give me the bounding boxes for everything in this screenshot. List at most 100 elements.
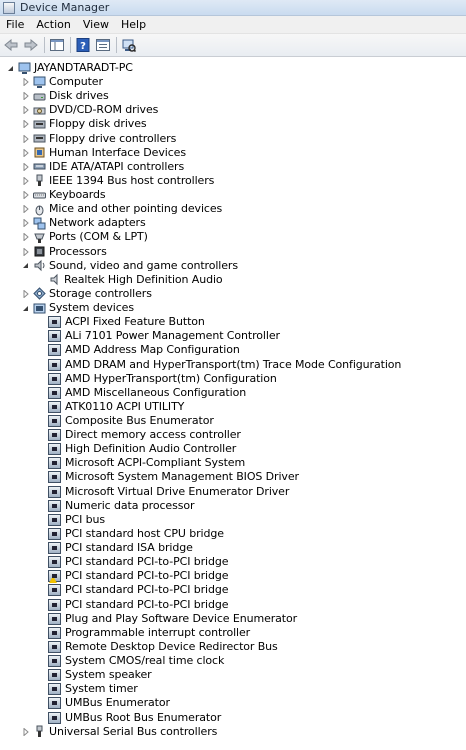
tree-category-keyboards[interactable]: Keyboards — [21, 188, 106, 202]
tree-category-system-devices[interactable]: System devices — [21, 301, 134, 315]
tree-device-amd-address-map-configuration[interactable]: AMD Address Map Configuration — [36, 343, 240, 357]
tree-item-label: PCI standard PCI-to-PCI bridge — [65, 569, 229, 583]
tree-category-computer[interactable]: Computer — [21, 75, 103, 89]
tree-category-disk-drives[interactable]: Disk drives — [21, 89, 109, 103]
menu-view[interactable]: View — [77, 16, 115, 34]
expand-arrow-icon[interactable] — [21, 289, 30, 298]
expand-arrow-icon[interactable] — [21, 92, 30, 101]
expand-arrow-icon[interactable] — [21, 205, 30, 214]
properties-icon[interactable] — [95, 37, 111, 53]
tree-device-pci-standard-pci-to-pci-bridge[interactable]: PCI standard PCI-to-PCI bridge — [36, 583, 229, 597]
tree-item-label: Network adapters — [49, 216, 146, 230]
system-device-icon — [48, 457, 61, 470]
menu-action[interactable]: Action — [30, 16, 76, 34]
expand-arrow-icon[interactable] — [21, 162, 30, 171]
tree-device-pci-bus[interactable]: PCI bus — [36, 513, 105, 527]
tree-device-pci-standard-pci-to-pci-bridge[interactable]: PCI standard PCI-to-PCI bridge — [36, 569, 229, 584]
expand-arrow-icon[interactable] — [21, 219, 30, 228]
tree-device-ali-7101-power-management-controller[interactable]: ALi 7101 Power Management Controller — [36, 329, 280, 343]
expand-arrow-icon[interactable] — [21, 148, 30, 157]
tree-category-ide-ata-atapi-controllers[interactable]: IDE ATA/ATAPI controllers — [21, 160, 184, 174]
tree-category-storage-controllers[interactable]: Storage controllers — [21, 287, 152, 301]
expand-arrow-icon[interactable] — [21, 134, 30, 143]
tree-category-sound-video-and-game-controllers[interactable]: Sound, video and game controllers — [21, 259, 238, 273]
help-icon[interactable]: ? — [75, 37, 91, 53]
computer-icon — [33, 76, 46, 89]
tree-device-pci-standard-isa-bridge[interactable]: PCI standard ISA bridge — [36, 541, 193, 555]
tree-device-composite-bus-enumerator[interactable]: Composite Bus Enumerator — [36, 414, 214, 428]
port-icon — [33, 231, 46, 244]
tree-device-acpi-fixed-feature-button[interactable]: ACPI Fixed Feature Button — [36, 315, 205, 329]
show-hide-console-tree-icon[interactable] — [49, 37, 65, 53]
expand-arrow-icon[interactable] — [21, 106, 30, 115]
tree-category-floppy-drive-controllers[interactable]: Floppy drive controllers — [21, 132, 176, 146]
svg-text:?: ? — [80, 41, 86, 52]
forward-icon[interactable] — [23, 37, 39, 53]
tree-item-label: Universal Serial Bus controllers — [49, 724, 218, 738]
tree-device-realtek-high-definition-audio[interactable]: Realtek High Definition Audio — [36, 273, 223, 287]
tree-device-system-speaker[interactable]: System speaker — [36, 668, 152, 682]
tree-category-mice-and-other-pointing-devices[interactable]: Mice and other pointing devices — [21, 202, 222, 216]
tree-device-umbus-root-bus-enumerator[interactable]: UMBus Root Bus Enumerator — [36, 711, 221, 725]
collapse-arrow-icon[interactable] — [21, 261, 30, 270]
tree-device-system-timer[interactable]: System timer — [36, 682, 138, 696]
back-icon[interactable] — [3, 37, 19, 53]
processor-icon — [33, 245, 46, 258]
tree-device-pci-standard-host-cpu-bridge[interactable]: PCI standard host CPU bridge — [36, 527, 224, 541]
tree-device-umbus-enumerator[interactable]: UMBus Enumerator — [36, 696, 170, 710]
tree-category-ports-com-lpt[interactable]: Ports (COM & LPT) — [21, 230, 148, 244]
menu-help[interactable]: Help — [115, 16, 152, 34]
tree-device-numeric-data-processor[interactable]: Numeric data processor — [36, 499, 195, 513]
tree-device-pci-standard-pci-to-pci-bridge[interactable]: PCI standard PCI-to-PCI bridge — [36, 598, 229, 612]
tree-device-high-definition-audio-controller[interactable]: High Definition Audio Controller — [36, 442, 236, 456]
tree-device-pci-standard-pci-to-pci-bridge[interactable]: PCI standard PCI-to-PCI bridge — [36, 555, 229, 569]
tree-item-label: Floppy disk drives — [49, 117, 147, 131]
ide-icon — [33, 160, 46, 173]
keyboard-icon — [33, 189, 46, 202]
expand-arrow-icon[interactable] — [21, 120, 30, 129]
tree-item-label: Microsoft Virtual Drive Enumerator Drive… — [65, 484, 290, 498]
tree-category-universal-serial-bus-controllers[interactable]: Universal Serial Bus controllers — [21, 725, 217, 739]
tree-category-dvd-cd-rom-drives[interactable]: DVD/CD-ROM drives — [21, 103, 158, 117]
collapse-arrow-icon[interactable] — [21, 304, 30, 313]
scan-hardware-icon[interactable] — [121, 37, 137, 53]
expand-arrow-icon[interactable] — [21, 191, 30, 200]
tree-device-microsoft-virtual-drive-enumerator-driver[interactable]: Microsoft Virtual Drive Enumerator Drive… — [36, 485, 289, 499]
expand-arrow-icon[interactable] — [21, 78, 30, 87]
system-device-icon — [48, 711, 61, 724]
tree-device-plug-and-play-software-device-enumerator[interactable]: Plug and Play Software Device Enumerator — [36, 612, 297, 626]
tree-item-label: AMD DRAM and HyperTransport(tm) Trace Mo… — [65, 357, 402, 371]
tree-device-programmable-interrupt-controller[interactable]: Programmable interrupt controller — [36, 626, 250, 640]
tree-category-processors[interactable]: Processors — [21, 245, 107, 259]
tree-category-human-interface-devices[interactable]: Human Interface Devices — [21, 146, 186, 160]
tree-device-microsoft-system-management-bios-driver[interactable]: Microsoft System Management BIOS Driver — [36, 470, 299, 484]
tree-device-direct-memory-access-controller[interactable]: Direct memory access controller — [36, 428, 241, 442]
storage-icon — [33, 287, 46, 301]
mouse-icon — [33, 203, 46, 216]
tree-device-system-cmos-real-time-clock[interactable]: System CMOS/real time clock — [36, 654, 224, 668]
expand-arrow-icon[interactable] — [21, 247, 30, 256]
tree-device-amd-dram-and-hypertransport-tm-trace-mode-configuration[interactable]: AMD DRAM and HyperTransport(tm) Trace Mo… — [36, 358, 401, 372]
expand-arrow-icon[interactable] — [21, 176, 30, 185]
tree-item-label: PCI bus — [65, 512, 106, 526]
tree-item-label: DVD/CD-ROM drives — [49, 103, 159, 117]
tree-device-remote-desktop-device-redirector-bus[interactable]: Remote Desktop Device Redirector Bus — [36, 640, 278, 654]
tree-device-amd-hypertransport-tm-configuration[interactable]: AMD HyperTransport(tm) Configuration — [36, 372, 277, 386]
menu-file[interactable]: File — [0, 16, 30, 34]
tree-device-atk0110-acpi-utility[interactable]: ATK0110 ACPI UTILITY — [36, 400, 184, 414]
tree-root-computer[interactable]: JAYANDTARADT-PC — [6, 61, 133, 75]
system-device-icon — [48, 400, 61, 413]
tree-category-network-adapters[interactable]: Network adapters — [21, 216, 146, 230]
tree-category-ieee-1394-bus-host-controllers[interactable]: IEEE 1394 Bus host controllers — [21, 174, 214, 188]
expand-arrow-icon[interactable] — [21, 727, 30, 736]
expand-arrow-icon[interactable] — [21, 233, 30, 242]
ieee1394-icon — [33, 174, 46, 187]
system-device-icon — [48, 513, 61, 526]
tree-device-amd-miscellaneous-configuration[interactable]: AMD Miscellaneous Configuration — [36, 386, 246, 400]
tree-device-microsoft-acpi-compliant-system[interactable]: Microsoft ACPI-Compliant System — [36, 456, 245, 470]
tree-category-floppy-disk-drives[interactable]: Floppy disk drives — [21, 117, 147, 131]
collapse-arrow-icon[interactable] — [6, 64, 15, 73]
